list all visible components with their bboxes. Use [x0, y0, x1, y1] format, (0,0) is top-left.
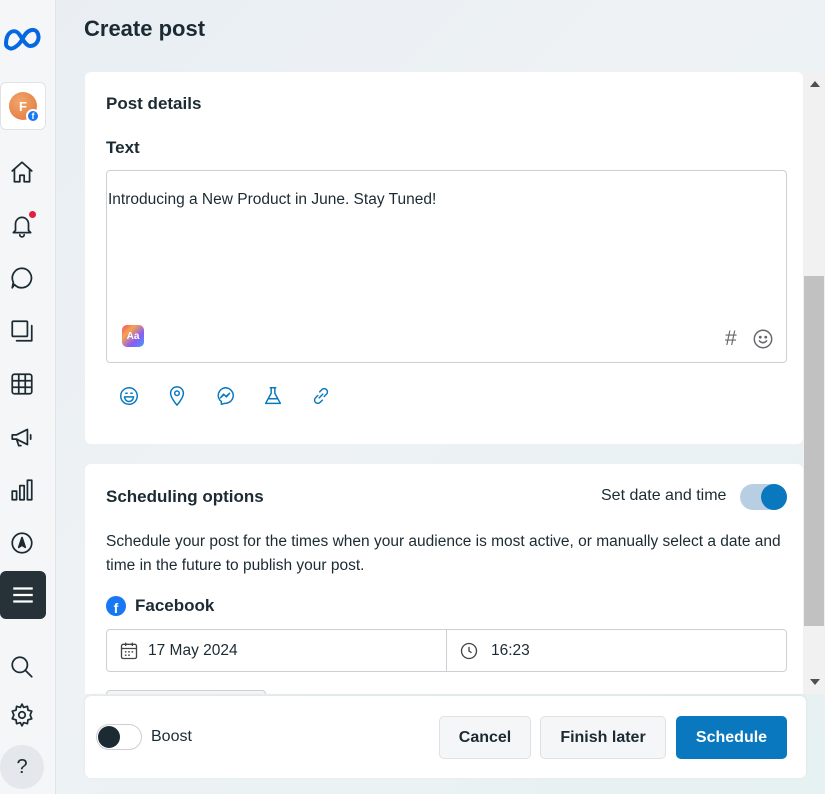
boost-label: Boost: [151, 728, 192, 745]
calendar-icon: [120, 642, 138, 659]
cancel-button[interactable]: Cancel: [439, 716, 531, 759]
main-scroll-area[interactable]: Post details Text Introducing a New Prod…: [85, 72, 825, 694]
schedule-datetime-picker: 17 May 2024 16:23: [106, 629, 787, 672]
gear-icon[interactable]: [0, 693, 44, 737]
home-icon[interactable]: [0, 150, 44, 194]
scheduling-description: Schedule your post for the times when yo…: [106, 533, 781, 574]
post-details-card: Post details Text Introducing a New Prod…: [85, 72, 803, 444]
insights-bar-chart-icon[interactable]: [0, 468, 44, 512]
post-details-title: Post details: [106, 94, 202, 113]
action-footer: Boost Cancel Finish later Schedule: [85, 696, 806, 778]
date-value: 17 May 2024: [148, 641, 238, 659]
content-pages-icon[interactable]: [0, 309, 44, 353]
link-chain-icon[interactable]: [310, 385, 334, 409]
emoji-smiley-icon[interactable]: [752, 328, 774, 350]
clock-icon: [460, 642, 478, 659]
platform-name: Facebook: [135, 596, 215, 615]
text-field-label: Text: [106, 138, 140, 157]
account-switcher[interactable]: F f: [0, 82, 46, 130]
scroll-up-arrow-icon[interactable]: [810, 81, 820, 87]
compass-navigation-icon[interactable]: [0, 521, 44, 565]
flask-test-icon[interactable]: [262, 385, 286, 409]
messenger-icon[interactable]: [214, 385, 238, 409]
platform-row: f Facebook: [106, 596, 214, 616]
left-sidebar: F f ?: [0, 0, 56, 794]
notification-dot: [29, 211, 36, 218]
scheduling-options-card: Scheduling options Set date and time Sch…: [85, 464, 803, 694]
page-title: Create post: [84, 16, 206, 41]
notifications-bell-icon[interactable]: [0, 203, 44, 247]
finish-later-button[interactable]: Finish later: [540, 716, 666, 759]
content-scrollbar[interactable]: [803, 72, 825, 694]
text-format-icon[interactable]: Aa: [122, 325, 144, 347]
scrollbar-thumb[interactable]: [804, 276, 824, 626]
megaphone-ads-icon[interactable]: [0, 415, 44, 459]
scroll-down-arrow-icon[interactable]: [810, 679, 820, 685]
all-tools-menu-icon[interactable]: [0, 571, 46, 619]
set-date-time-label: Set date and time: [601, 487, 727, 504]
facebook-badge-icon: f: [26, 109, 40, 123]
partially-visible-button[interactable]: [106, 690, 266, 694]
help-question-icon[interactable]: ?: [0, 745, 44, 789]
boost-toggle[interactable]: [96, 724, 142, 750]
facebook-logo-icon: f: [106, 596, 126, 616]
set-date-time-toggle[interactable]: [740, 484, 787, 510]
help-label: ?: [16, 755, 28, 778]
search-icon[interactable]: [0, 645, 44, 689]
feeling-emoji-icon[interactable]: [118, 385, 142, 409]
post-text-content[interactable]: Introducing a New Product in June. Stay …: [108, 191, 436, 209]
date-picker-field[interactable]: 17 May 2024: [107, 630, 446, 671]
scheduling-options-title: Scheduling options: [106, 487, 264, 506]
toggle-knob: [761, 484, 787, 510]
hashtag-icon[interactable]: #: [725, 327, 737, 351]
schedule-button[interactable]: Schedule: [676, 716, 787, 759]
time-value: 16:23: [491, 641, 530, 659]
meta-logo-icon[interactable]: [2, 22, 46, 54]
location-pin-icon[interactable]: [166, 385, 190, 409]
chat-bubble-icon[interactable]: [0, 256, 44, 300]
calendar-grid-icon[interactable]: [0, 362, 44, 406]
avatar: F f: [9, 92, 40, 123]
avatar-letter: F: [19, 98, 27, 114]
post-text-editor[interactable]: Introducing a New Product in June. Stay …: [106, 170, 787, 363]
toggle-knob: [98, 726, 120, 748]
time-picker-field[interactable]: 16:23: [446, 630, 786, 671]
